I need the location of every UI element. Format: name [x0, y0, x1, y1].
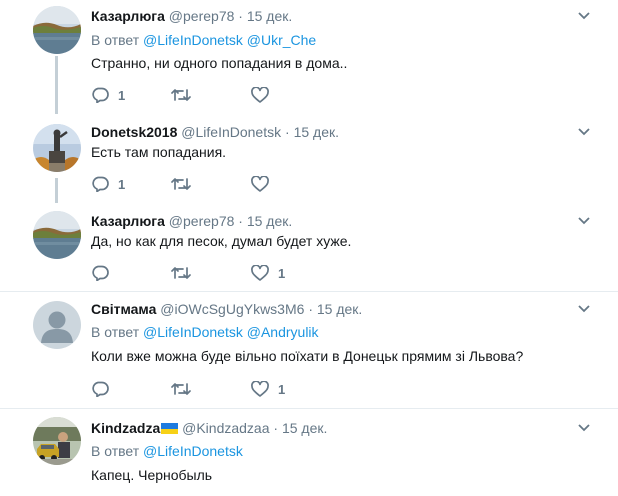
timestamp[interactable]: 15 дек. [294, 124, 339, 140]
reply-button[interactable] [91, 264, 109, 282]
display-name[interactable]: Світмама [91, 301, 156, 317]
mention-link[interactable]: @Ukr_Che [247, 32, 316, 48]
retweet-icon [171, 267, 191, 279]
timestamp[interactable]: 15 дек. [247, 213, 292, 229]
retweet-icon [171, 383, 191, 395]
reply-button[interactable]: 1 [91, 86, 125, 104]
reply-button[interactable] [91, 380, 109, 398]
display-name[interactable]: Donetsk2018 [91, 124, 177, 140]
tweet-text: Есть там попадания. [91, 144, 227, 160]
like-button[interactable]: 1 [251, 380, 285, 398]
avatar[interactable] [33, 417, 81, 465]
display-name[interactable]: Kindzadza [91, 420, 160, 436]
tweet-text: Странно, ни одного попадания в дома.. [91, 55, 348, 71]
chevron-down-icon[interactable] [578, 216, 590, 226]
handle[interactable]: @Kindzadzaa [182, 420, 269, 436]
retweet-button[interactable] [171, 264, 191, 282]
handle[interactable]: @pereр78 [169, 213, 235, 229]
tweet[interactable]: Donetsk2018 @LifeInDonetsk · 15 дек. Ест… [0, 115, 618, 203]
reply-icon [92, 381, 109, 397]
reply-button[interactable]: 1 [91, 175, 125, 193]
retweet-icon [171, 178, 191, 190]
avatar[interactable] [33, 124, 81, 172]
reply-context: В ответ @LifeInDonetsk [91, 443, 243, 459]
ukraine-flag-icon [161, 423, 179, 434]
like-button[interactable] [251, 86, 269, 104]
like-count: 1 [278, 381, 286, 397]
like-button[interactable] [251, 175, 269, 193]
retweet-button[interactable] [171, 86, 191, 104]
tweet-text: Да, но как для песок, думал будет хуже. [91, 233, 352, 249]
mention-link[interactable]: @LifeInDonetsk [143, 443, 243, 459]
like-button[interactable]: 1 [251, 264, 285, 282]
retweet-button[interactable] [171, 380, 191, 398]
reply-count: 1 [118, 87, 126, 103]
timestamp[interactable]: 15 дек. [317, 301, 362, 317]
timestamp[interactable]: 15 дек. [282, 420, 327, 436]
reply-count: 1 [118, 176, 126, 192]
tweet-text: Капец. Чернобыль [91, 467, 213, 483]
mention-link[interactable]: @LifeInDonetsk [143, 324, 243, 340]
heart-icon [251, 265, 269, 281]
tweet[interactable]: Світмама @iOWcSgUgYkws3M6 · 15 дек. В от… [0, 292, 618, 408]
tweet-text: Коли вже можна буде вільно поїхати в Дон… [91, 348, 524, 364]
chevron-down-icon[interactable] [578, 304, 590, 314]
handle[interactable]: @pereр78 [169, 8, 235, 24]
reply-icon [92, 87, 109, 103]
tweet[interactable]: Казарлюга @pereр78 · 15 дек. Да, но как … [0, 203, 618, 291]
handle[interactable]: @LifeInDonetsk [181, 124, 281, 140]
avatar[interactable] [33, 211, 81, 259]
tweet[interactable]: Kindzadza @Kindzadzaa · 15 дек. В ответ … [0, 409, 618, 496]
heart-icon [251, 381, 269, 397]
mention-link[interactable]: @LifeInDonetsk [143, 32, 243, 48]
tweet[interactable]: Казарлюга @pereр78 · 15 дек. В ответ @Li… [0, 0, 618, 115]
retweet-icon [171, 89, 191, 101]
retweet-button[interactable] [171, 175, 191, 193]
reply-icon [92, 265, 109, 281]
heart-icon [251, 176, 269, 192]
display-name[interactable]: Казарлюга [91, 8, 165, 24]
avatar[interactable] [33, 301, 81, 349]
like-count: 1 [278, 265, 286, 281]
reply-context: В ответ @LifeInDonetsk @Ukr_Che [91, 32, 317, 48]
timestamp[interactable]: 15 дек. [247, 8, 292, 24]
chevron-down-icon[interactable] [578, 11, 590, 21]
heart-icon [251, 87, 269, 103]
reply-context: В ответ @LifeInDonetsk @Andryulik [91, 324, 319, 340]
display-name[interactable]: Казарлюга [91, 213, 165, 229]
chevron-down-icon[interactable] [578, 423, 590, 433]
avatar[interactable] [33, 6, 81, 54]
mention-link[interactable]: @Andryulik [247, 324, 319, 340]
handle[interactable]: @iOWcSgUgYkws3M6 [160, 301, 304, 317]
chevron-down-icon[interactable] [578, 127, 590, 137]
reply-icon [92, 176, 109, 192]
